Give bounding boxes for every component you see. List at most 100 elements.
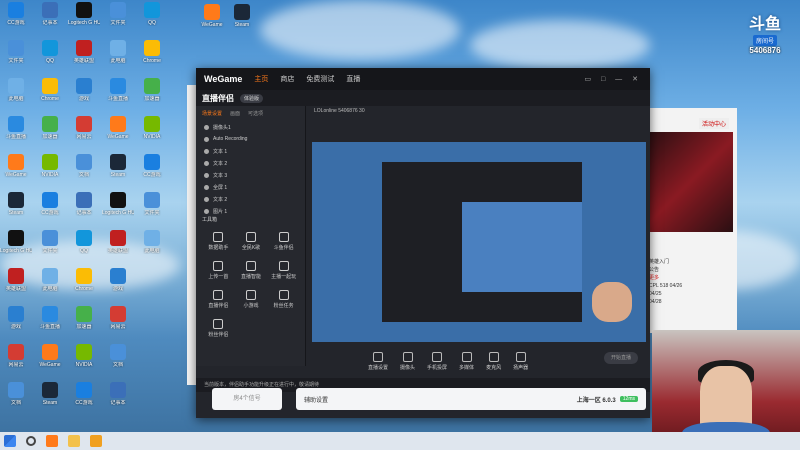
desktop-icon[interactable]: WeGame: [196, 2, 228, 36]
desktop-icon[interactable]: NVIDIA: [136, 114, 168, 148]
window-controls[interactable]: ▭ □ — ✕: [584, 75, 642, 83]
desktop-icon[interactable]: 文件夹: [136, 190, 168, 224]
desktop-icon[interactable]: NVIDIA: [68, 342, 100, 376]
source-item[interactable]: Auto Recording: [196, 133, 305, 145]
desktop-icon[interactable]: 网易云: [68, 114, 100, 148]
desktop-icon[interactable]: 加速器: [34, 114, 66, 148]
search-icon[interactable]: [26, 436, 36, 446]
notice-more[interactable]: 更多: [649, 274, 682, 282]
tool-item[interactable]: 小游戏: [235, 290, 268, 309]
stream-preview[interactable]: [312, 142, 646, 342]
folder-taskbar-icon[interactable]: [68, 435, 80, 447]
control-item[interactable]: 多媒体: [459, 351, 474, 371]
eye-icon[interactable]: [204, 172, 209, 178]
desktop-icon[interactable]: Chrome: [136, 38, 168, 72]
tool-item[interactable]: 上传一首: [202, 261, 235, 280]
desktop-icon[interactable]: CC游戏: [68, 380, 100, 414]
nav-store[interactable]: 商店: [280, 74, 294, 84]
desktop-icon[interactable]: 文档: [0, 380, 32, 414]
nav-live[interactable]: 直播: [346, 74, 360, 84]
desktop-icon[interactable]: 文档: [102, 342, 134, 376]
eye-icon[interactable]: [204, 148, 209, 154]
desktop-icon[interactable]: CC游戏: [34, 190, 66, 224]
desktop-icon[interactable]: QQ: [68, 228, 100, 262]
desktop-icon[interactable]: WeGame: [0, 152, 32, 186]
desktop-icon[interactable]: 英雄联盟: [68, 38, 100, 72]
notice-item[interactable]: CPL 518 04/26: [649, 282, 682, 290]
desktop-icon[interactable]: NVIDIA: [34, 152, 66, 186]
desktop-icon[interactable]: Steam: [34, 380, 66, 414]
desktop-icon[interactable]: 网易云: [0, 342, 32, 376]
desktop-icon[interactable]: CC游戏: [136, 152, 168, 186]
desktop-icon[interactable]: 游戏: [102, 266, 134, 300]
assist-settings-label[interactable]: 辅助设置: [304, 395, 328, 404]
desktop-icon[interactable]: Logitech G HUB: [68, 0, 100, 34]
tab-scene[interactable]: 场景设置: [202, 110, 222, 117]
desktop-icon[interactable]: WeGame: [102, 114, 134, 148]
desktop-icon[interactable]: Steam: [226, 2, 258, 36]
game-banner[interactable]: [647, 132, 733, 232]
desktop-icon[interactable]: 记事本: [102, 380, 134, 414]
desktop-icon[interactable]: 网易云: [102, 304, 134, 338]
source-item[interactable]: 全屏 1: [196, 181, 305, 193]
desktop-icon[interactable]: QQ: [34, 38, 66, 72]
control-item[interactable]: 摄像头: [400, 351, 415, 371]
desktop-icon[interactable]: CC游戏: [0, 0, 32, 34]
source-item[interactable]: 文本 3: [196, 169, 305, 181]
desktop-icon[interactable]: 游戏: [0, 304, 32, 338]
eye-icon[interactable]: [204, 184, 209, 190]
tool-item[interactable]: 粉丝任务: [267, 290, 300, 309]
nav-home[interactable]: 主页: [254, 74, 268, 84]
control-item[interactable]: 直播设置: [368, 351, 388, 371]
wegame-taskbar-icon[interactable]: [46, 435, 58, 447]
desktop-icon[interactable]: WeGame: [34, 342, 66, 376]
eye-icon[interactable]: [204, 124, 209, 130]
desktop-icon[interactable]: Chrome: [68, 266, 100, 300]
desktop-icon[interactable]: 此电脑: [102, 38, 134, 72]
server-value[interactable]: 上海一区 6.0.3: [577, 395, 616, 404]
desktop-icon[interactable]: 文件夹: [34, 228, 66, 262]
desktop-icon[interactable]: 文件夹: [0, 38, 32, 72]
eye-icon[interactable]: [204, 196, 209, 202]
tool-item[interactable]: 斗鱼伴侣: [267, 232, 300, 251]
huya-taskbar-icon[interactable]: [90, 435, 102, 447]
desktop-icon[interactable]: 记事本: [34, 0, 66, 34]
desktop-icon[interactable]: Steam: [102, 152, 134, 186]
desktop-icon[interactable]: 文档: [68, 152, 100, 186]
eye-icon[interactable]: [204, 208, 209, 214]
desktop-icon[interactable]: 此电脑: [34, 266, 66, 300]
desktop-icon[interactable]: QQ: [136, 0, 168, 34]
control-item[interactable]: 扬声器: [513, 351, 528, 371]
desktop-icon[interactable]: 文件夹: [102, 0, 134, 34]
notice-item[interactable]: 04/25: [649, 290, 682, 298]
tool-item[interactable]: 全民K歌: [235, 232, 268, 251]
desktop-icon[interactable]: 游戏: [68, 76, 100, 110]
tool-item[interactable]: 直播伴侣: [202, 290, 235, 309]
enter-link[interactable]: 英雄入门: [649, 258, 682, 266]
tool-item[interactable]: 主播一起玩: [267, 261, 300, 280]
desktop-icon[interactable]: 此电脑: [0, 76, 32, 110]
desktop-icon[interactable]: 记事本: [68, 190, 100, 224]
start-icon[interactable]: [4, 435, 16, 447]
source-item[interactable]: 文本 2: [196, 157, 305, 169]
source-item[interactable]: 文本 2: [196, 193, 305, 205]
desktop-icon[interactable]: 加速器: [136, 76, 168, 110]
desktop-icon[interactable]: 斗鱼直播: [0, 114, 32, 148]
desktop-icon[interactable]: Steam: [0, 190, 32, 224]
eye-icon[interactable]: [204, 160, 209, 166]
desktop-icon[interactable]: 斗鱼直播: [34, 304, 66, 338]
tool-item[interactable]: 直播智能: [235, 261, 268, 280]
desktop-icon[interactable]: Logitech G HUB: [0, 228, 32, 262]
desktop-icon[interactable]: Chrome: [34, 76, 66, 110]
control-item[interactable]: 手机投屏: [427, 351, 447, 371]
desktop-icon[interactable]: 加速器: [68, 304, 100, 338]
source-item[interactable]: 文本 1: [196, 145, 305, 157]
tab-canvas[interactable]: 画面: [230, 110, 240, 117]
desktop-icon[interactable]: Logitech G HUB: [102, 190, 134, 224]
tab-options[interactable]: 可选项: [248, 110, 263, 117]
tool-item[interactable]: 数据助手: [202, 232, 235, 251]
activity-center-link[interactable]: 活动中心: [698, 118, 729, 129]
eye-icon[interactable]: [204, 136, 209, 142]
nav-free-test[interactable]: 免费测试: [306, 74, 334, 84]
control-item[interactable]: 麦克风: [486, 351, 501, 371]
